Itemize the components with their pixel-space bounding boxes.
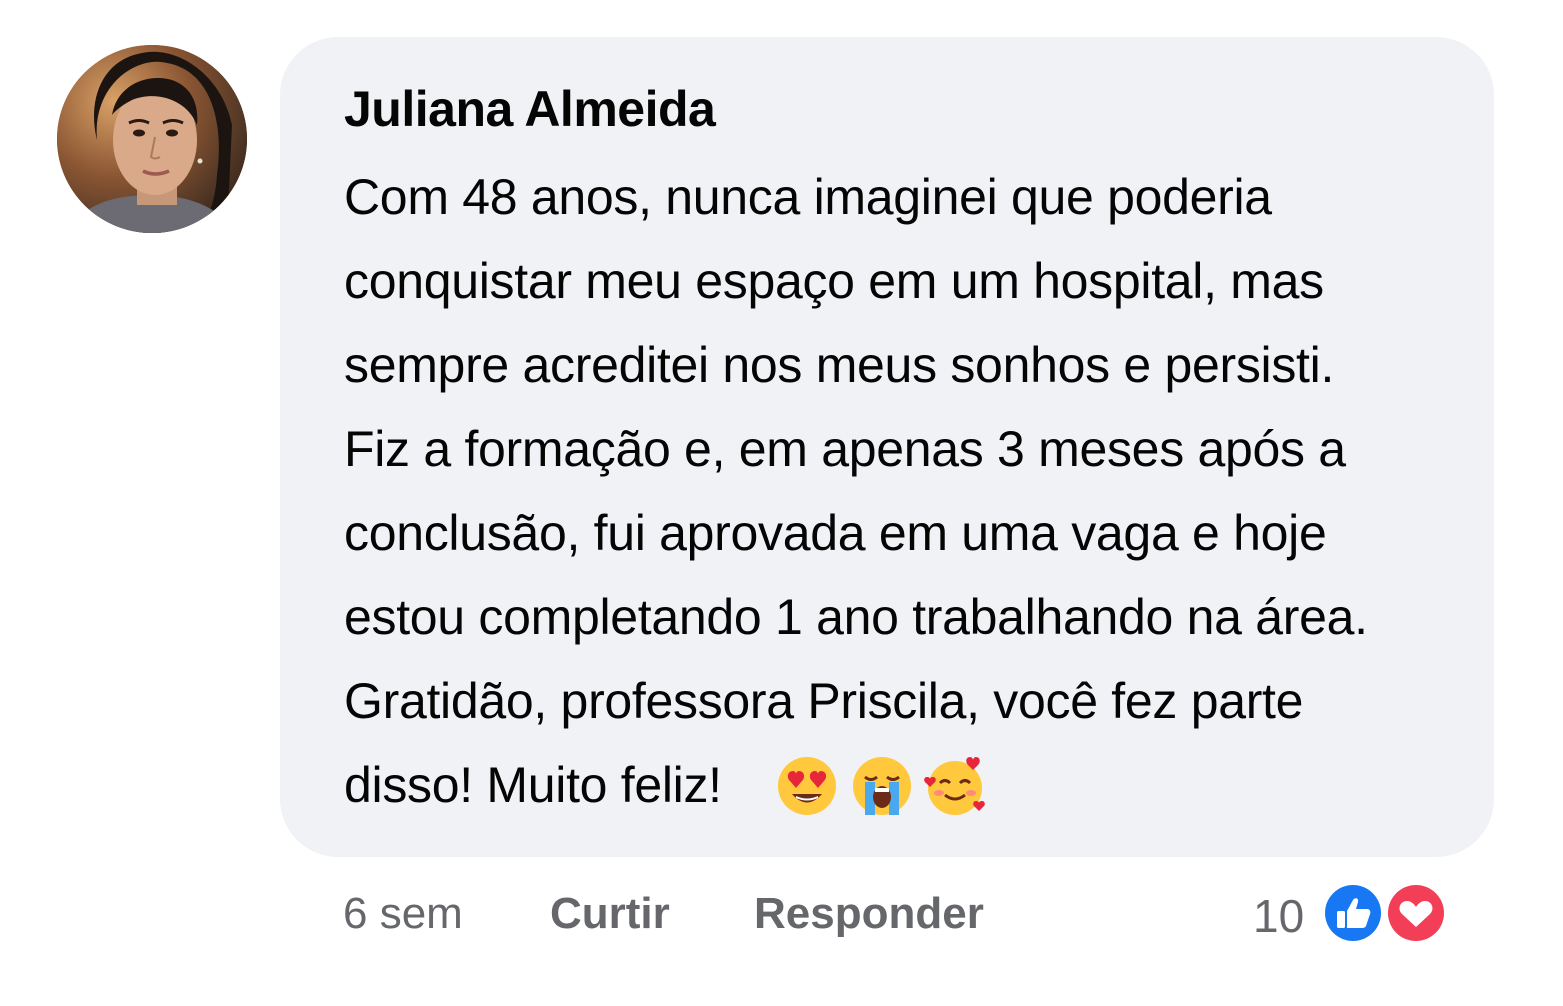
comment-text-line: Gratidão, professora Priscila, você fez …	[344, 673, 1304, 729]
avatar[interactable]	[57, 45, 247, 233]
comment-text-line: sempre acreditei nos meus sonhos e persi…	[344, 337, 1335, 393]
comment-author[interactable]: Juliana Almeida	[344, 80, 716, 138]
smiling-face-with-hearts-emoji	[924, 757, 985, 815]
comment-text-line: conquistar meu espaço em um hospital, ma…	[344, 253, 1324, 309]
loudly-crying-emoji	[853, 757, 911, 815]
comment-text-line: conclusão, fui aprovada em uma vaga e ho…	[344, 505, 1327, 561]
heart-eyes-emoji	[778, 757, 836, 815]
comment-container: Juliana Almeida Com 48 anos, nunca imagi…	[0, 0, 1563, 1006]
reply-button[interactable]: Responder	[754, 889, 984, 939]
like-button[interactable]: Curtir	[550, 889, 670, 939]
like-icon[interactable]	[1322, 882, 1384, 944]
love-icon[interactable]	[1385, 882, 1447, 944]
comment-text-line: estou completando 1 ano trabalhando na á…	[344, 589, 1368, 645]
comment-timestamp[interactable]: 6 sem	[343, 889, 463, 939]
comment-text-line: Fiz a formação e, em apenas 3 meses após…	[344, 421, 1346, 477]
reaction-count[interactable]: 10	[1253, 889, 1304, 943]
comment-text-line: Com 48 anos, nunca imaginei que poderia	[344, 169, 1272, 225]
comment-text-line: disso! Muito feliz!	[344, 757, 722, 813]
